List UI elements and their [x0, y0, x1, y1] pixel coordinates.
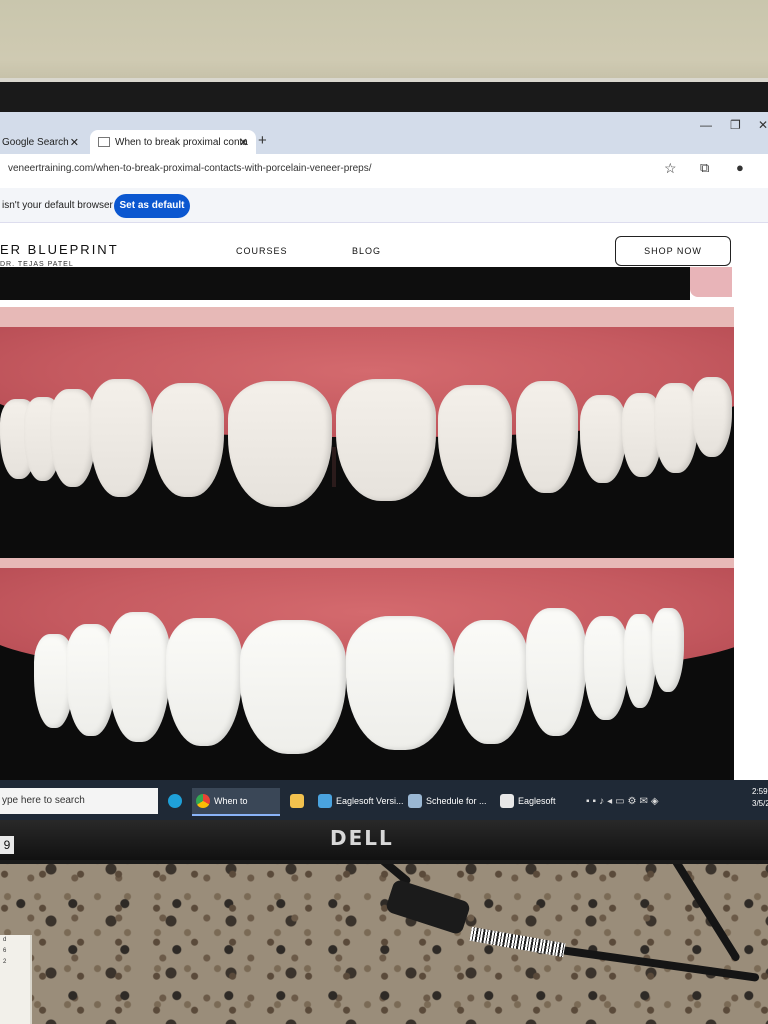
tooth	[50, 389, 96, 487]
taskbar-item-label: When to break...	[214, 796, 248, 806]
tooth-gap	[332, 447, 336, 487]
screen: Google Search ✕ When to break proximal c…	[0, 112, 768, 820]
article-content	[0, 267, 738, 790]
minimize-icon[interactable]: —	[700, 118, 712, 132]
search-placeholder: ype here to search	[2, 795, 85, 806]
tab-active-article[interactable]: When to break proximal conta ✕	[90, 130, 256, 156]
address-bar[interactable]: veneertraining.com/when-to-break-proxima…	[0, 156, 768, 186]
tab-label: When to break proximal conta	[115, 137, 248, 148]
veneer-tooth	[346, 616, 454, 750]
tab-label: Google Search	[2, 137, 69, 148]
taskbar-item-label: Eaglesoft Adva...	[518, 796, 556, 806]
taskbar-item-schedule[interactable]: Schedule for ...	[404, 788, 498, 814]
site-brand[interactable]: ER BLUEPRINT	[0, 242, 119, 257]
file-explorer-icon[interactable]	[286, 788, 314, 814]
veneer-tooth	[584, 616, 628, 720]
tooth	[516, 381, 578, 493]
taskbar-clock[interactable]: 2:59 3/5/2	[752, 786, 768, 810]
infobar-text: isn't your default browser	[2, 200, 113, 211]
nav-blog[interactable]: BLOG	[352, 246, 381, 256]
tooth	[228, 381, 332, 507]
close-icon[interactable]: ✕	[239, 130, 248, 156]
favicon-icon	[98, 137, 110, 148]
default-browser-infobar: isn't your default browser Set as defaul…	[0, 188, 768, 223]
paper-note: d 6 2	[0, 935, 32, 1024]
veneer-tooth	[652, 608, 684, 692]
veneer-tooth	[526, 608, 586, 736]
taskbar-item-label: Schedule for ...	[426, 796, 487, 806]
eaglesoft-icon	[318, 794, 332, 808]
tooth	[580, 395, 626, 483]
image-edge	[690, 267, 732, 297]
tooth	[152, 383, 224, 497]
maximize-icon[interactable]: ❐	[730, 118, 741, 132]
after-veneers-photo	[0, 558, 734, 788]
windows-taskbar: ype here to search When to break... Eagl…	[0, 780, 768, 820]
tab-strip: Google Search ✕ When to break proximal c…	[0, 112, 768, 156]
taskbar-search[interactable]: ype here to search	[0, 788, 158, 814]
clock-date: 3/5/2	[752, 799, 768, 808]
chrome-icon	[196, 794, 210, 808]
paper-note-text: 6	[3, 948, 7, 954]
veneer-tooth	[166, 618, 242, 746]
tooth	[90, 379, 152, 497]
extensions-icon[interactable]: ⧉	[700, 160, 709, 176]
bezel-sticker: 9	[0, 836, 14, 854]
paper-note-text: d	[3, 937, 7, 943]
schedule-icon	[408, 794, 422, 808]
new-tab-button[interactable]: +	[258, 132, 267, 149]
image-top-band	[0, 267, 690, 300]
tooth	[438, 385, 512, 497]
star-icon[interactable]: ☆	[664, 160, 677, 177]
taskbar-item-label: Eaglesoft Versi...	[336, 796, 404, 806]
edge-icon[interactable]	[164, 788, 192, 814]
tooth	[692, 377, 732, 457]
veneer-tooth	[454, 620, 528, 744]
window-close-icon[interactable]: ✕	[758, 118, 768, 132]
before-teeth-photo	[0, 307, 734, 562]
nav-courses[interactable]: COURSES	[236, 246, 288, 256]
taskbar-item-eaglesoft-advanced[interactable]: Eaglesoft Adva...	[496, 788, 584, 814]
taskbar-item-eaglesoft-version[interactable]: Eaglesoft Versi...	[314, 788, 416, 814]
eaglesoft-icon	[500, 794, 514, 808]
paper-note-text: 2	[3, 959, 7, 965]
system-tray-icons[interactable]: ▪▪♪◂▭⚙✉◈	[586, 796, 662, 807]
shop-now-button[interactable]: SHOP NOW	[615, 236, 731, 266]
tab-google-search[interactable]: Google Search ✕	[0, 130, 87, 156]
close-icon[interactable]: ✕	[70, 130, 79, 156]
url-text[interactable]: veneertraining.com/when-to-break-proxima…	[8, 163, 372, 174]
taskbar-item-chrome[interactable]: When to break...	[192, 788, 280, 816]
tooth	[336, 379, 436, 501]
clock-time: 2:59	[752, 787, 768, 796]
veneer-tooth	[240, 620, 346, 754]
profile-icon[interactable]: ●	[736, 160, 744, 175]
veneer-tooth	[108, 612, 170, 742]
set-default-button[interactable]: Set as default	[114, 194, 190, 218]
dell-logo: DELL	[330, 826, 394, 850]
